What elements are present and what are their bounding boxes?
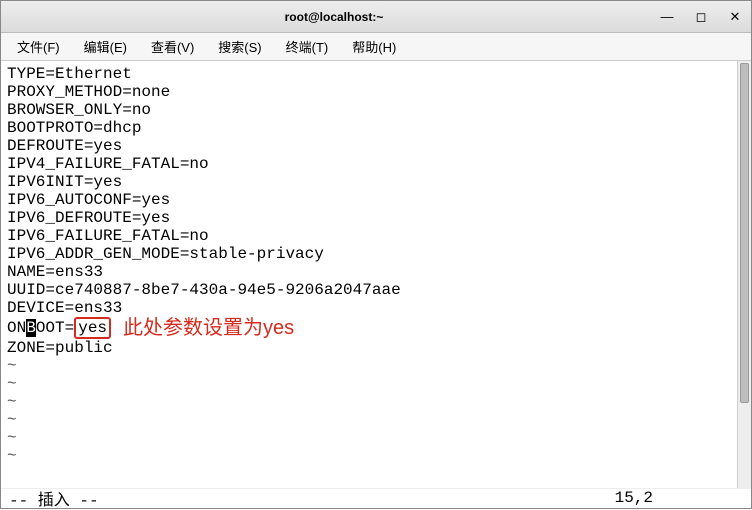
config-line: DEFROUTE=yes <box>7 137 745 155</box>
vim-status-line: -- 插入 -- 15,2 <box>1 488 751 508</box>
menu-view[interactable]: 查看(V) <box>141 33 204 60</box>
terminal-area[interactable]: TYPE=Ethernet PROXY_METHOD=none BROWSER_… <box>1 61 751 488</box>
menu-edit[interactable]: 编辑(E) <box>74 33 137 60</box>
config-line: IPV4_FAILURE_FATAL=no <box>7 155 745 173</box>
config-line: TYPE=Ethernet <box>7 65 745 83</box>
window-title: root@localhost:~ <box>285 10 384 24</box>
empty-line-tilde: ~ <box>7 393 745 411</box>
empty-line-tilde: ~ <box>7 411 745 429</box>
scrollbar[interactable] <box>737 61 751 488</box>
menu-help[interactable]: 帮助(H) <box>342 33 406 60</box>
onboot-line: ONBOOT=yes 此处参数设置为yes <box>7 317 745 339</box>
window-controls: — ◻ ✕ <box>659 9 743 25</box>
config-line: BROWSER_ONLY=no <box>7 101 745 119</box>
empty-line-tilde: ~ <box>7 357 745 375</box>
empty-line-tilde: ~ <box>7 375 745 393</box>
empty-line-tilde: ~ <box>7 447 745 465</box>
cursor-position: 15,2 <box>615 489 743 507</box>
close-button[interactable]: ✕ <box>727 9 743 25</box>
annotation-text: 此处参数设置为yes <box>123 319 294 337</box>
config-line: NAME=ens33 <box>7 263 745 281</box>
empty-line-tilde: ~ <box>7 429 745 447</box>
config-line: PROXY_METHOD=none <box>7 83 745 101</box>
onboot-after: OOT= <box>36 319 74 337</box>
config-line: ZONE=public <box>7 339 745 357</box>
maximize-button[interactable]: ◻ <box>693 9 709 25</box>
onboot-value-box: yes <box>74 317 111 339</box>
scrollbar-thumb[interactable] <box>740 63 749 403</box>
menu-search[interactable]: 搜索(S) <box>208 33 271 60</box>
config-line: IPV6_DEFROUTE=yes <box>7 209 745 227</box>
menu-terminal[interactable]: 终端(T) <box>276 33 339 60</box>
config-line: IPV6INIT=yes <box>7 173 745 191</box>
config-line: DEVICE=ens33 <box>7 299 745 317</box>
titlebar: root@localhost:~ — ◻ ✕ <box>1 1 751 33</box>
cursor: B <box>26 319 36 337</box>
vim-mode: -- 插入 -- <box>9 486 99 510</box>
menu-file[interactable]: 文件(F) <box>7 33 70 60</box>
config-line: BOOTPROTO=dhcp <box>7 119 745 137</box>
minimize-button[interactable]: — <box>659 9 675 25</box>
config-line: UUID=ce740887-8be7-430a-94e5-9206a2047aa… <box>7 281 745 299</box>
menubar: 文件(F) 编辑(E) 查看(V) 搜索(S) 终端(T) 帮助(H) <box>1 33 751 61</box>
onboot-prefix: ON <box>7 319 26 337</box>
config-line: IPV6_ADDR_GEN_MODE=stable-privacy <box>7 245 745 263</box>
config-line: IPV6_AUTOCONF=yes <box>7 191 745 209</box>
config-line: IPV6_FAILURE_FATAL=no <box>7 227 745 245</box>
